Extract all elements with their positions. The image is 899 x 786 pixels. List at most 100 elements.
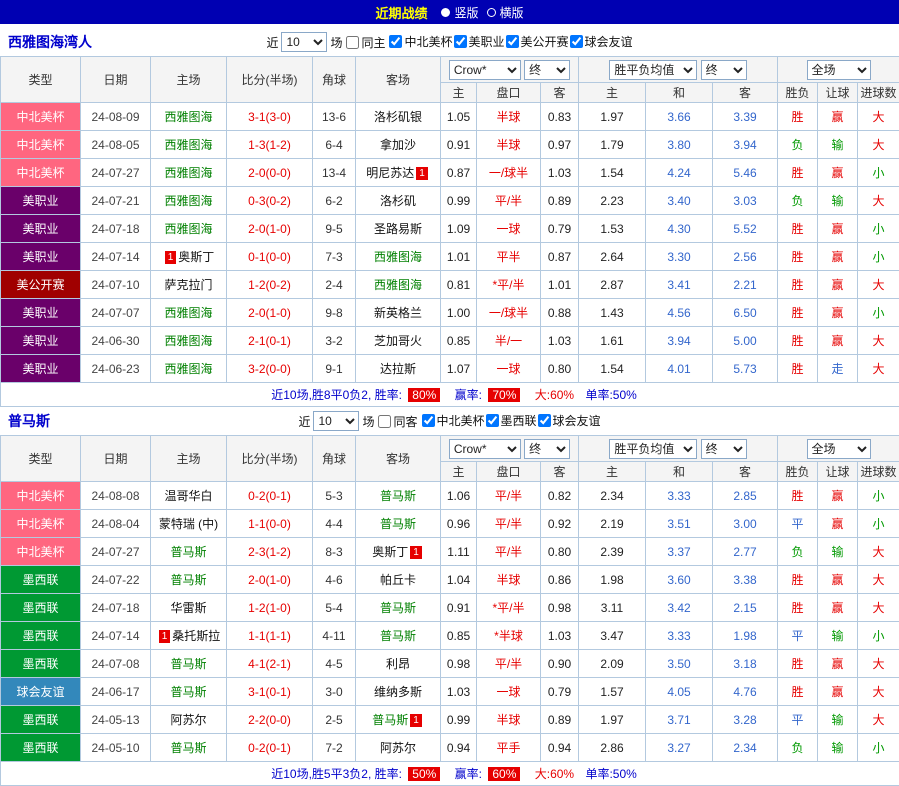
league-filter[interactable]: 中北美杯 <box>388 33 452 50</box>
home-team-link[interactable]: 蒙特瑞 (中) <box>159 517 218 531</box>
home-team-link[interactable]: 萨克拉门 <box>164 278 212 292</box>
match-score[interactable]: 1-3(1-2) <box>227 131 313 159</box>
avg-final-select[interactable]: 终 <box>701 439 747 459</box>
league-type-badge[interactable]: 墨西联 <box>1 734 81 762</box>
league-filter-checkbox[interactable] <box>422 414 435 427</box>
fulltime-scope-select[interactable]: 全场 <box>807 439 871 459</box>
match-score[interactable]: 2-1(0-1) <box>227 327 313 355</box>
away-team-link[interactable]: 圣路易斯 <box>374 222 422 236</box>
match-score[interactable]: 0-2(0-1) <box>227 734 313 762</box>
home-team-link[interactable]: 西雅图海 <box>164 362 212 376</box>
league-type-badge[interactable]: 中北美杯 <box>1 510 81 538</box>
match-score[interactable]: 1-2(1-0) <box>227 594 313 622</box>
home-team-link[interactable]: 桑托斯拉 <box>172 629 220 643</box>
avg-type-select[interactable]: 胜平负均值 <box>609 439 697 459</box>
league-filter[interactable]: 美职业 <box>453 33 505 50</box>
league-filter[interactable]: 美公开赛 <box>505 33 569 50</box>
away-team-link[interactable]: 洛杉矶 <box>380 194 416 208</box>
league-filter-checkbox[interactable] <box>389 35 402 48</box>
league-type-badge[interactable]: 美职业 <box>1 215 81 243</box>
league-filter-checkbox[interactable] <box>454 35 467 48</box>
match-score[interactable]: 1-2(0-2) <box>227 271 313 299</box>
away-team-link[interactable]: 帕丘卡 <box>380 573 416 587</box>
away-team-link[interactable]: 普马斯 <box>380 517 416 531</box>
away-team-link[interactable]: 普马斯 <box>380 601 416 615</box>
home-team-link[interactable]: 西雅图海 <box>164 138 212 152</box>
home-team-link[interactable]: 普马斯 <box>170 657 206 671</box>
league-type-badge[interactable]: 美职业 <box>1 187 81 215</box>
layout-radio-horizontal[interactable]: 横版 <box>487 4 524 21</box>
match-score[interactable]: 0-2(0-1) <box>227 482 313 510</box>
away-team-link[interactable]: 西雅图海 <box>374 250 422 264</box>
league-type-badge[interactable]: 美职业 <box>1 299 81 327</box>
league-type-badge[interactable]: 中北美杯 <box>1 103 81 131</box>
away-team-link[interactable]: 洛杉矶银 <box>374 110 422 124</box>
home-team-link[interactable]: 西雅图海 <box>164 194 212 208</box>
home-team-link[interactable]: 西雅图海 <box>164 110 212 124</box>
bookmaker-select[interactable]: Crow* <box>449 439 521 459</box>
match-score[interactable]: 2-2(0-0) <box>227 706 313 734</box>
recent-count-select[interactable]: 10 <box>281 32 327 52</box>
match-score[interactable]: 2-0(0-0) <box>227 159 313 187</box>
match-score[interactable]: 3-1(0-1) <box>227 678 313 706</box>
home-team-link[interactable]: 西雅图海 <box>164 222 212 236</box>
league-filter[interactable]: 中北美杯 <box>421 412 485 429</box>
recent-count-select[interactable]: 10 <box>313 411 359 431</box>
home-team-link[interactable]: 普马斯 <box>170 741 206 755</box>
same-home-checkbox[interactable] <box>346 36 359 49</box>
away-team-link[interactable]: 普马斯 <box>380 489 416 503</box>
league-type-badge[interactable]: 球会友谊 <box>1 678 81 706</box>
league-filter[interactable]: 墨西联 <box>485 412 537 429</box>
home-team-link[interactable]: 西雅图海 <box>164 334 212 348</box>
league-type-badge[interactable]: 美职业 <box>1 327 81 355</box>
league-type-badge[interactable]: 中北美杯 <box>1 482 81 510</box>
league-filter-checkbox[interactable] <box>570 35 583 48</box>
match-score[interactable]: 3-2(0-0) <box>227 355 313 383</box>
home-team-link[interactable]: 普马斯 <box>170 685 206 699</box>
away-team-link[interactable]: 达拉斯 <box>380 362 416 376</box>
layout-radio-vertical[interactable]: 竖版 <box>441 4 478 21</box>
same-away-filter[interactable]: 同客 <box>377 413 417 430</box>
match-score[interactable]: 2-3(1-2) <box>227 538 313 566</box>
league-type-badge[interactable]: 墨西联 <box>1 566 81 594</box>
same-away-checkbox[interactable] <box>378 415 391 428</box>
away-team-link[interactable]: 阿苏尔 <box>380 741 416 755</box>
league-filter[interactable]: 球会友谊 <box>537 412 601 429</box>
league-type-badge[interactable]: 墨西联 <box>1 594 81 622</box>
away-team-link[interactable]: 新英格兰 <box>374 306 422 320</box>
league-filter-checkbox[interactable] <box>486 414 499 427</box>
home-team-link[interactable]: 华雷斯 <box>170 601 206 615</box>
away-team-link[interactable]: 利昂 <box>386 657 410 671</box>
avg-type-select[interactable]: 胜平负均值 <box>609 60 697 80</box>
match-score[interactable]: 0-3(0-2) <box>227 187 313 215</box>
match-score[interactable]: 3-1(3-0) <box>227 103 313 131</box>
match-score[interactable]: 4-1(2-1) <box>227 650 313 678</box>
league-type-badge[interactable]: 美公开赛 <box>1 271 81 299</box>
bookmaker-select[interactable]: Crow* <box>449 60 521 80</box>
league-filter[interactable]: 球会友谊 <box>569 33 633 50</box>
match-score[interactable]: 2-0(1-0) <box>227 566 313 594</box>
home-team-link[interactable]: 奥斯丁 <box>178 250 214 264</box>
league-type-badge[interactable]: 美职业 <box>1 355 81 383</box>
match-score[interactable]: 0-1(0-0) <box>227 243 313 271</box>
league-type-badge[interactable]: 中北美杯 <box>1 159 81 187</box>
away-team-link[interactable]: 普马斯 <box>372 713 408 727</box>
away-team-link[interactable]: 芝加哥火 <box>374 334 422 348</box>
match-score[interactable]: 2-0(1-0) <box>227 299 313 327</box>
home-team-link[interactable]: 温哥华白 <box>164 489 212 503</box>
league-filter-checkbox[interactable] <box>506 35 519 48</box>
league-filter-checkbox[interactable] <box>538 414 551 427</box>
fulltime-scope-select[interactable]: 全场 <box>807 60 871 80</box>
league-type-badge[interactable]: 中北美杯 <box>1 131 81 159</box>
home-team-link[interactable]: 普马斯 <box>170 545 206 559</box>
away-team-link[interactable]: 拿加沙 <box>380 138 416 152</box>
league-type-badge[interactable]: 墨西联 <box>1 706 81 734</box>
away-team-link[interactable]: 明尼苏达 <box>366 166 414 180</box>
home-team-link[interactable]: 普马斯 <box>170 573 206 587</box>
away-team-link[interactable]: 维纳多斯 <box>374 685 422 699</box>
home-team-link[interactable]: 西雅图海 <box>164 166 212 180</box>
league-type-badge[interactable]: 墨西联 <box>1 622 81 650</box>
match-score[interactable]: 1-1(1-1) <box>227 622 313 650</box>
away-team-link[interactable]: 普马斯 <box>380 629 416 643</box>
league-type-badge[interactable]: 墨西联 <box>1 650 81 678</box>
